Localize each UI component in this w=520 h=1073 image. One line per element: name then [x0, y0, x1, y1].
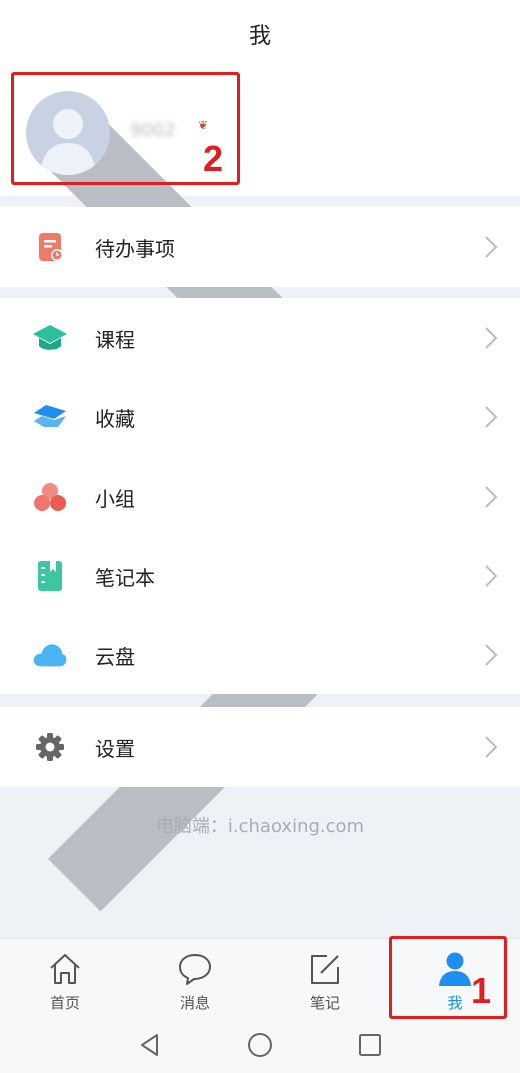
tab-label: 首页 [49, 994, 80, 1012]
menu-item-label: 设置 [95, 736, 135, 761]
chevron-right-icon [485, 406, 498, 428]
gear-icon [32, 729, 68, 765]
menu-item-settings[interactable]: 设置 [0, 707, 520, 787]
home-icon [50, 954, 80, 984]
menu-item-label: 课程 [95, 327, 135, 352]
menu-item-label: 云盘 [95, 644, 135, 669]
tab-home[interactable]: 首页 [0, 939, 130, 1017]
chevron-right-icon [485, 236, 498, 258]
group-icon [32, 479, 68, 515]
settings-group: 设置 [0, 707, 520, 787]
chevron-right-icon [485, 565, 498, 587]
page-title: 我 [248, 24, 271, 49]
menu-item-notebook[interactable]: 笔记本 [0, 536, 520, 616]
menu-item-label: 笔记本 [95, 565, 155, 590]
main-menu-group: 课程 收藏 小组 笔记本 云盘 [0, 298, 520, 694]
annotation-label-1: 1 [471, 970, 492, 1011]
pc-site-hint: 电脑端：i.chaoxing.com [155, 816, 365, 837]
message-icon [179, 954, 211, 985]
home-circle-icon[interactable] [247, 1032, 273, 1058]
menu-item-todo[interactable]: 待办事项 [0, 207, 520, 287]
system-nav-bar [0, 1016, 520, 1073]
notebook-icon [32, 558, 68, 594]
menu-item-courses[interactable]: 课程 [0, 298, 520, 378]
recent-apps-icon[interactable] [357, 1032, 383, 1058]
menu-item-label: 收藏 [95, 406, 135, 431]
tab-messages[interactable]: 消息 [130, 939, 260, 1017]
menu-item-groups[interactable]: 小组 [0, 457, 520, 537]
tab-label: 笔记 [309, 994, 340, 1012]
todo-icon [32, 229, 68, 265]
top-bar: 我 [0, 0, 520, 68]
note-edit-icon [311, 955, 339, 984]
course-icon [32, 320, 68, 356]
chevron-right-icon [485, 327, 498, 349]
menu-item-label: 小组 [95, 486, 135, 511]
favorites-icon [32, 399, 68, 435]
cloud-icon [32, 637, 68, 673]
menu-item-cloud[interactable]: 云盘 [0, 615, 520, 695]
back-triangle-icon[interactable] [137, 1032, 163, 1058]
annotation-label-2: 2 [203, 138, 224, 179]
chevron-right-icon [485, 644, 498, 666]
menu-item-favorites[interactable]: 收藏 [0, 377, 520, 457]
todo-group: 待办事项 [0, 207, 520, 287]
tab-notes[interactable]: 笔记 [260, 939, 390, 1017]
menu-item-label: 待办事项 [95, 236, 175, 261]
chevron-right-icon [485, 486, 498, 508]
chevron-right-icon [485, 736, 498, 758]
tab-label: 消息 [179, 994, 210, 1012]
